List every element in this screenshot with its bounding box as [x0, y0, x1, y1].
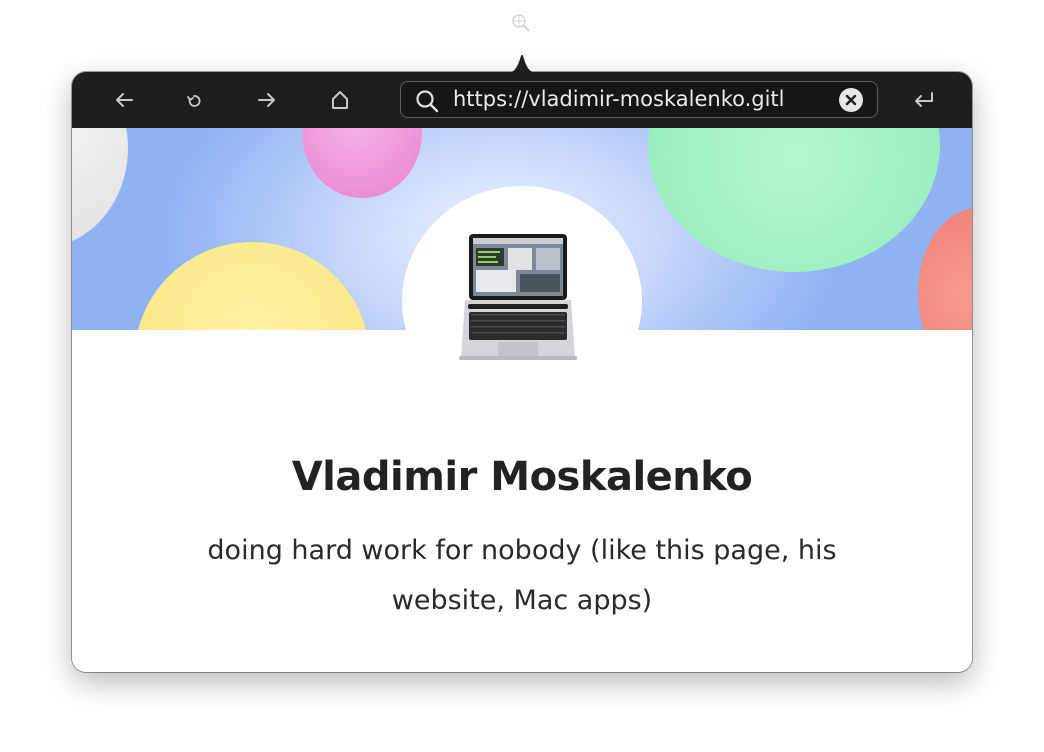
- banner-bubble: [648, 128, 940, 272]
- search-icon: [416, 90, 439, 113]
- clear-url-button[interactable]: [839, 88, 863, 112]
- banner-bubble: [302, 128, 422, 198]
- back-button[interactable]: [109, 86, 139, 114]
- profile-bio: doing hard work for nobody (like this pa…: [207, 535, 837, 616]
- browser-toolbar: https://vladimir-moskalenko.gitl: [72, 72, 972, 128]
- return-icon: [915, 92, 933, 107]
- profile-name: Vladimir Moskalenko: [291, 454, 753, 500]
- banner-bubble: [72, 128, 128, 248]
- avatar: [402, 186, 642, 416]
- home-button[interactable]: [325, 86, 355, 114]
- url-text[interactable]: https://vladimir-moskalenko.gitl: [453, 82, 833, 117]
- browser-popover: https://vladimir-moskalenko.gitl Vladimi…: [72, 54, 972, 672]
- globe-zoom-icon[interactable]: [510, 12, 532, 34]
- laptop-image: [459, 234, 577, 360]
- arrow-left-icon: [116, 93, 133, 107]
- reload-button[interactable]: [179, 86, 209, 114]
- forward-button[interactable]: [252, 86, 282, 114]
- arrow-right-icon: [258, 93, 275, 107]
- home-icon: [332, 91, 348, 109]
- close-icon: [845, 94, 857, 106]
- banner-bubble: [918, 208, 972, 330]
- reload-icon: [187, 95, 201, 107]
- go-button[interactable]: [909, 86, 939, 114]
- popover-arrow: [504, 54, 540, 74]
- banner-bubble: [134, 242, 370, 330]
- url-field[interactable]: https://vladimir-moskalenko.gitl: [400, 81, 878, 118]
- screen: https://vladimir-moskalenko.gitl Vladimi…: [0, 0, 1044, 752]
